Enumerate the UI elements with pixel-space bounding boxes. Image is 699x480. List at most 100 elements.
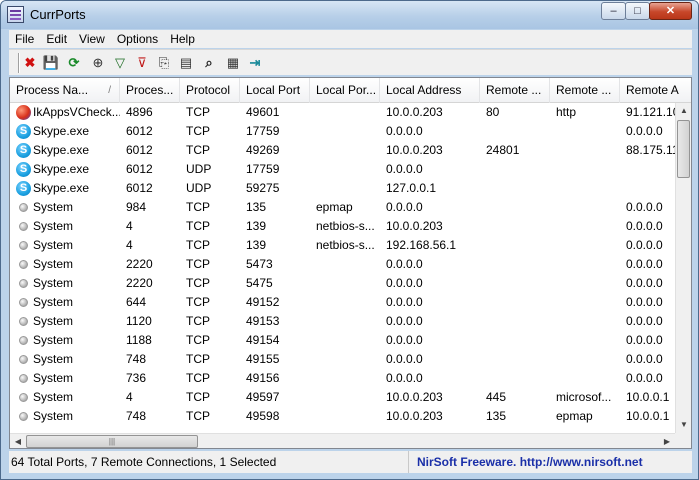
column-header-local-port-name[interactable]: Local Por... bbox=[310, 78, 380, 103]
cell-process-name: System bbox=[33, 276, 74, 290]
system-process-icon bbox=[19, 393, 28, 402]
cell-local-port: 17759 bbox=[246, 124, 280, 138]
menu-file[interactable]: File bbox=[9, 30, 40, 48]
table-row[interactable]: S Skype.exe 6012 UDP 17759 0.0.0.0 bbox=[10, 160, 675, 179]
cell-local-address: 0.0.0.0 bbox=[386, 352, 423, 366]
cell-local-port: 135 bbox=[246, 200, 267, 214]
cell-local-address: 10.0.0.203 bbox=[386, 409, 443, 423]
menu-help[interactable]: Help bbox=[164, 30, 201, 48]
cell-local-address: 0.0.0.0 bbox=[386, 314, 423, 328]
vertical-scrollbar[interactable]: ▲ ▼ bbox=[675, 103, 691, 433]
cell-remote-address: 0.0.0.0 bbox=[626, 219, 663, 233]
scroll-down-icon[interactable]: ▼ bbox=[676, 417, 691, 433]
cell-local-port-name bbox=[310, 312, 380, 331]
minimize-button[interactable]: – bbox=[601, 2, 626, 20]
cell-remote-address: 0.0.0.0 bbox=[626, 200, 663, 214]
column-header-process-name[interactable]: Process Na... / bbox=[10, 78, 120, 103]
table-row[interactable]: System 644 TCP 49152 0.0.0.0 0.0.0.0 bbox=[10, 293, 675, 312]
rows-container: IkAppsVCheck... 4896 TCP 49601 10.0.0.203 80 h… bbox=[10, 103, 675, 433]
copy-icon[interactable]: ⎘ bbox=[155, 54, 173, 72]
cell-process-id: 748 bbox=[126, 352, 147, 366]
menu-options[interactable]: Options bbox=[111, 30, 164, 48]
cell-local-port: 49597 bbox=[246, 390, 280, 404]
table-row[interactable]: System 4 TCP 139 netbios-s... 10.0.0.203 0.0.0… bbox=[10, 217, 675, 236]
vertical-scroll-thumb[interactable] bbox=[677, 120, 690, 178]
scroll-right-icon[interactable]: ▶ bbox=[659, 434, 675, 448]
column-header-protocol[interactable]: Protocol bbox=[180, 78, 240, 103]
resize-grip-icon[interactable] bbox=[680, 461, 692, 473]
cell-process-id: 4896 bbox=[126, 105, 153, 119]
column-header-process-id[interactable]: Proces... bbox=[120, 78, 180, 103]
horizontal-scroll-thumb[interactable]: ||| bbox=[26, 435, 198, 448]
horizontal-scrollbar[interactable]: ◀ ||| ▶ bbox=[10, 433, 675, 448]
table-row[interactable]: System 4 TCP 139 netbios-s... 192.168.56.1 0.0… bbox=[10, 236, 675, 255]
cell-local-address: 10.0.0.203 bbox=[386, 143, 443, 157]
cell-remote-port-name bbox=[550, 160, 620, 179]
maximize-button[interactable]: □ bbox=[625, 2, 650, 20]
table-row[interactable]: System 748 TCP 49598 10.0.0.203 135 epmap 10.0.… bbox=[10, 407, 675, 426]
table-row[interactable]: IkAppsVCheck... 4896 TCP 49601 10.0.0.203 80 h… bbox=[10, 103, 675, 122]
cell-protocol: TCP bbox=[186, 124, 210, 138]
filter-icon[interactable]: ▽ bbox=[111, 54, 129, 72]
cell-remote-port bbox=[480, 369, 550, 388]
close-button[interactable]: ✕ bbox=[649, 2, 692, 20]
column-header-local-port[interactable]: Local Port bbox=[240, 78, 310, 103]
find-icon[interactable]: ⌕ bbox=[200, 54, 218, 72]
cell-local-port: 17759 bbox=[246, 162, 280, 176]
table-row[interactable]: System 2220 TCP 5473 0.0.0.0 0.0.0.0 bbox=[10, 255, 675, 274]
cell-protocol: UDP bbox=[186, 181, 212, 195]
scroll-up-icon[interactable]: ▲ bbox=[676, 103, 691, 119]
cell-protocol: TCP bbox=[186, 143, 210, 157]
refresh-icon[interactable]: ⟳ bbox=[65, 54, 83, 72]
sort-indicator-icon: / bbox=[108, 85, 111, 96]
report-icon[interactable]: ▦ bbox=[224, 54, 242, 72]
column-header-remote-port[interactable]: Remote ... bbox=[480, 78, 550, 103]
scrollbar-corner bbox=[675, 433, 691, 448]
cell-local-port: 49601 bbox=[246, 105, 280, 119]
menu-view[interactable]: View bbox=[73, 30, 111, 48]
save-icon[interactable]: 💾 bbox=[42, 54, 60, 72]
cell-remote-address: 0.0.0.0 bbox=[626, 257, 663, 271]
nirsoft-link[interactable]: NirSoft Freeware. http://www.nirsoft.net bbox=[417, 451, 692, 473]
table-row[interactable]: System 1120 TCP 49153 0.0.0.0 0.0.0.0 bbox=[10, 312, 675, 331]
system-process-icon bbox=[19, 355, 28, 364]
ports-list[interactable]: Process Na... / Proces... Protocol Local … bbox=[9, 77, 692, 449]
scroll-left-icon[interactable]: ◀ bbox=[10, 434, 26, 448]
filter-remove-icon[interactable]: ⊽ bbox=[133, 54, 151, 72]
table-row[interactable]: System 2220 TCP 5475 0.0.0.0 0.0.0.0 bbox=[10, 274, 675, 293]
cell-remote-port-name bbox=[550, 293, 620, 312]
exit-icon[interactable]: ⇥ bbox=[246, 54, 264, 72]
cell-protocol: TCP bbox=[186, 238, 210, 252]
cell-local-port: 49155 bbox=[246, 352, 280, 366]
table-row[interactable]: S Skype.exe 6012 TCP 49269 10.0.0.203 24801 88.… bbox=[10, 141, 675, 160]
cell-remote-port: 80 bbox=[486, 105, 500, 119]
menu-edit[interactable]: Edit bbox=[40, 30, 73, 48]
cell-local-port: 59275 bbox=[246, 181, 280, 195]
column-header-remote-address[interactable]: Remote A bbox=[620, 78, 691, 103]
system-process-icon bbox=[19, 241, 28, 250]
table-row[interactable]: System 4 TCP 49597 10.0.0.203 445 microsof... 1… bbox=[10, 388, 675, 407]
cell-remote-address: 0.0.0.0 bbox=[626, 371, 663, 385]
cell-remote-port-name bbox=[550, 369, 620, 388]
cell-process-name: System bbox=[33, 219, 74, 233]
table-row[interactable]: System 748 TCP 49155 0.0.0.0 0.0.0.0 bbox=[10, 350, 675, 369]
close-connection-icon[interactable]: ✖ bbox=[21, 54, 39, 72]
table-row[interactable]: System 1188 TCP 49154 0.0.0.0 0.0.0.0 bbox=[10, 331, 675, 350]
title-bar[interactable]: CurrPorts – □ ✕ bbox=[1, 1, 698, 29]
cell-remote-port-name: microsof... bbox=[556, 390, 612, 404]
cell-process-name: Skype.exe bbox=[33, 181, 90, 195]
properties-icon[interactable]: ▤ bbox=[177, 54, 195, 72]
table-row[interactable]: S Skype.exe 6012 TCP 17759 0.0.0.0 0.0.0.0 bbox=[10, 122, 675, 141]
column-header-remote-port-name[interactable]: Remote ... bbox=[550, 78, 620, 103]
cell-protocol: TCP bbox=[186, 352, 210, 366]
cell-local-port: 139 bbox=[246, 219, 267, 233]
cell-local-address: 0.0.0.0 bbox=[386, 295, 423, 309]
table-row[interactable]: System 984 TCP 135 epmap 0.0.0.0 0.0.0.0 bbox=[10, 198, 675, 217]
cell-remote-port: 135 bbox=[486, 409, 507, 423]
cell-process-id: 6012 bbox=[126, 143, 153, 157]
cell-remote-address: 0.0.0.0 bbox=[626, 238, 663, 252]
target-icon[interactable]: ⊕ bbox=[89, 54, 107, 72]
table-row[interactable]: S Skype.exe 6012 UDP 59275 127.0.0.1 bbox=[10, 179, 675, 198]
column-header-local-address[interactable]: Local Address bbox=[380, 78, 480, 103]
table-row[interactable]: System 736 TCP 49156 0.0.0.0 0.0.0.0 bbox=[10, 369, 675, 388]
